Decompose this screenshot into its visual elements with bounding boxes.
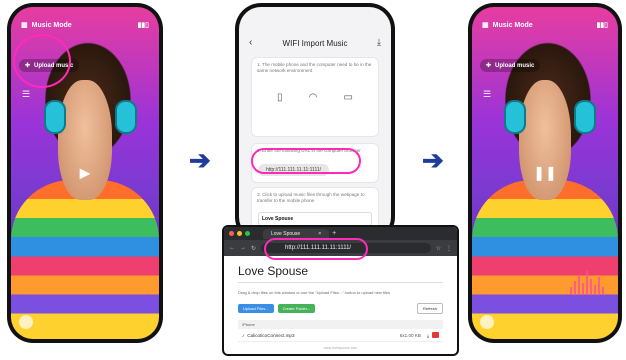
- highlight-circle-address: [264, 238, 368, 260]
- phone-icon: ▯: [277, 91, 283, 103]
- page-description: Drag & drop files on this window or use …: [238, 290, 391, 295]
- file-row[interactable]: ♪ CalicoticoConnect.mp3 6x1.00 KB ⤓: [238, 329, 443, 342]
- home-button-right[interactable]: [480, 315, 494, 329]
- tab-title: Love Spouse: [271, 230, 301, 237]
- menu-icon[interactable]: ⋮: [446, 245, 452, 252]
- star-icon[interactable]: ☆: [436, 245, 441, 252]
- browser-tab[interactable]: Love Spouse ×: [263, 228, 330, 239]
- minimize-dot[interactable]: [237, 231, 242, 236]
- headphone-right-right: [574, 99, 597, 134]
- step-1-card: 1. The mobile phone and the computer nee…: [251, 57, 379, 137]
- right-phone-screen: ▦ Music Mode ▮▮▯ ✚ Upload music ☰ ❚❚: [472, 7, 618, 339]
- page-footer: www.lovespouse.com: [323, 346, 358, 350]
- download-file-icon[interactable]: ⤓: [427, 333, 429, 338]
- playlist-icon[interactable]: ☰: [22, 89, 30, 100]
- create-folder-button[interactable]: Create Folder...: [277, 304, 316, 313]
- middle-phone: ‹ WIFI Import Music ⤓ 1. The mobile phon…: [235, 3, 395, 243]
- browser-content: Love Spouse Drag & drop files on this wi…: [224, 256, 457, 354]
- pause-icon[interactable]: ❚❚: [533, 165, 556, 182]
- arrow-right-icon-2: ➔: [422, 145, 444, 175]
- refresh-button[interactable]: Refresh: [416, 303, 443, 314]
- equalizer-icon[interactable]: ▮▮▯: [137, 21, 149, 29]
- wifi-icon: ◠: [308, 91, 318, 103]
- forward-arrow-icon[interactable]: →: [240, 245, 246, 251]
- grid-icon-right[interactable]: ▦: [482, 21, 489, 29]
- mode-label-right: Music Mode: [492, 21, 533, 29]
- singer-face-right: [518, 80, 572, 200]
- right-topbar: ▦ Music Mode ▮▮▯: [482, 21, 608, 30]
- file-name: CalicoticoConnect.mp3: [247, 332, 295, 338]
- equalizer-icon-right[interactable]: ▮▮▯: [596, 21, 608, 29]
- singer-face: [58, 80, 112, 200]
- download-icon[interactable]: ⤓: [377, 37, 381, 48]
- new-tab-icon[interactable]: +: [332, 230, 336, 237]
- grid-icon[interactable]: ▦: [21, 21, 28, 29]
- highlight-circle-upload: [13, 34, 71, 88]
- upload-music-label-right: Upload music: [495, 62, 535, 69]
- headphone-right: [114, 99, 137, 134]
- home-button[interactable]: [19, 315, 33, 329]
- upload-music-button-right[interactable]: ✚ Upload music: [480, 59, 541, 72]
- file-size: 6x1.00 KB: [399, 332, 421, 338]
- waveform-visual: [570, 271, 604, 295]
- mini-title: Love Spouse: [262, 215, 294, 222]
- step-1-text: 1. The mobile phone and the computer nee…: [257, 62, 372, 73]
- sweater-stripes: [11, 179, 159, 339]
- right-phone: ▦ Music Mode ▮▮▯ ✚ Upload music ☰ ❚❚: [468, 3, 622, 343]
- delete-icon[interactable]: [432, 332, 439, 338]
- playlist-icon-right[interactable]: ☰: [483, 89, 491, 100]
- device-icons: ▯ ◠ ▭: [252, 78, 378, 117]
- middle-phone-screen: ‹ WIFI Import Music ⤓ 1. The mobile phon…: [239, 7, 391, 239]
- arrow-right-icon: ➔: [189, 145, 211, 175]
- maximize-dot[interactable]: [245, 231, 250, 236]
- headphone-left-right: [504, 99, 527, 134]
- monitor-icon: ▭: [343, 91, 353, 103]
- sweater-stripes-right: [472, 179, 618, 339]
- file-list-header: /Phone: [238, 320, 443, 329]
- button-row: Upload Files... Create Folder... Refresh: [238, 303, 443, 314]
- reload-icon[interactable]: ↻: [251, 245, 256, 252]
- highlight-circle-url: [251, 148, 361, 174]
- music-file-icon: ♪: [242, 332, 245, 338]
- close-dot[interactable]: [229, 231, 234, 236]
- left-topbar: ▦ Music Mode ▮▮▯: [21, 21, 149, 30]
- upload-files-button[interactable]: Upload Files...: [238, 304, 274, 313]
- plus-icon-right: ✚: [486, 63, 492, 69]
- play-icon[interactable]: ▶: [80, 165, 91, 182]
- tutorial-stage: ▦ Music Mode ▮▮▯ ✚ Upload music ☰ ▶ ➔ ‹ …: [0, 0, 626, 360]
- tab-close-icon[interactable]: ×: [318, 231, 321, 237]
- headphone-left: [43, 99, 66, 134]
- back-arrow-icon[interactable]: ←: [229, 245, 235, 251]
- mode-label: Music Mode: [31, 21, 72, 29]
- step-3-text: 3. Click to upload music files through t…: [257, 192, 365, 203]
- wifi-import-title: WIFI Import Music: [282, 39, 348, 48]
- page-title: Love Spouse: [238, 264, 443, 283]
- mini-browser-preview: Love Spouse: [258, 211, 372, 226]
